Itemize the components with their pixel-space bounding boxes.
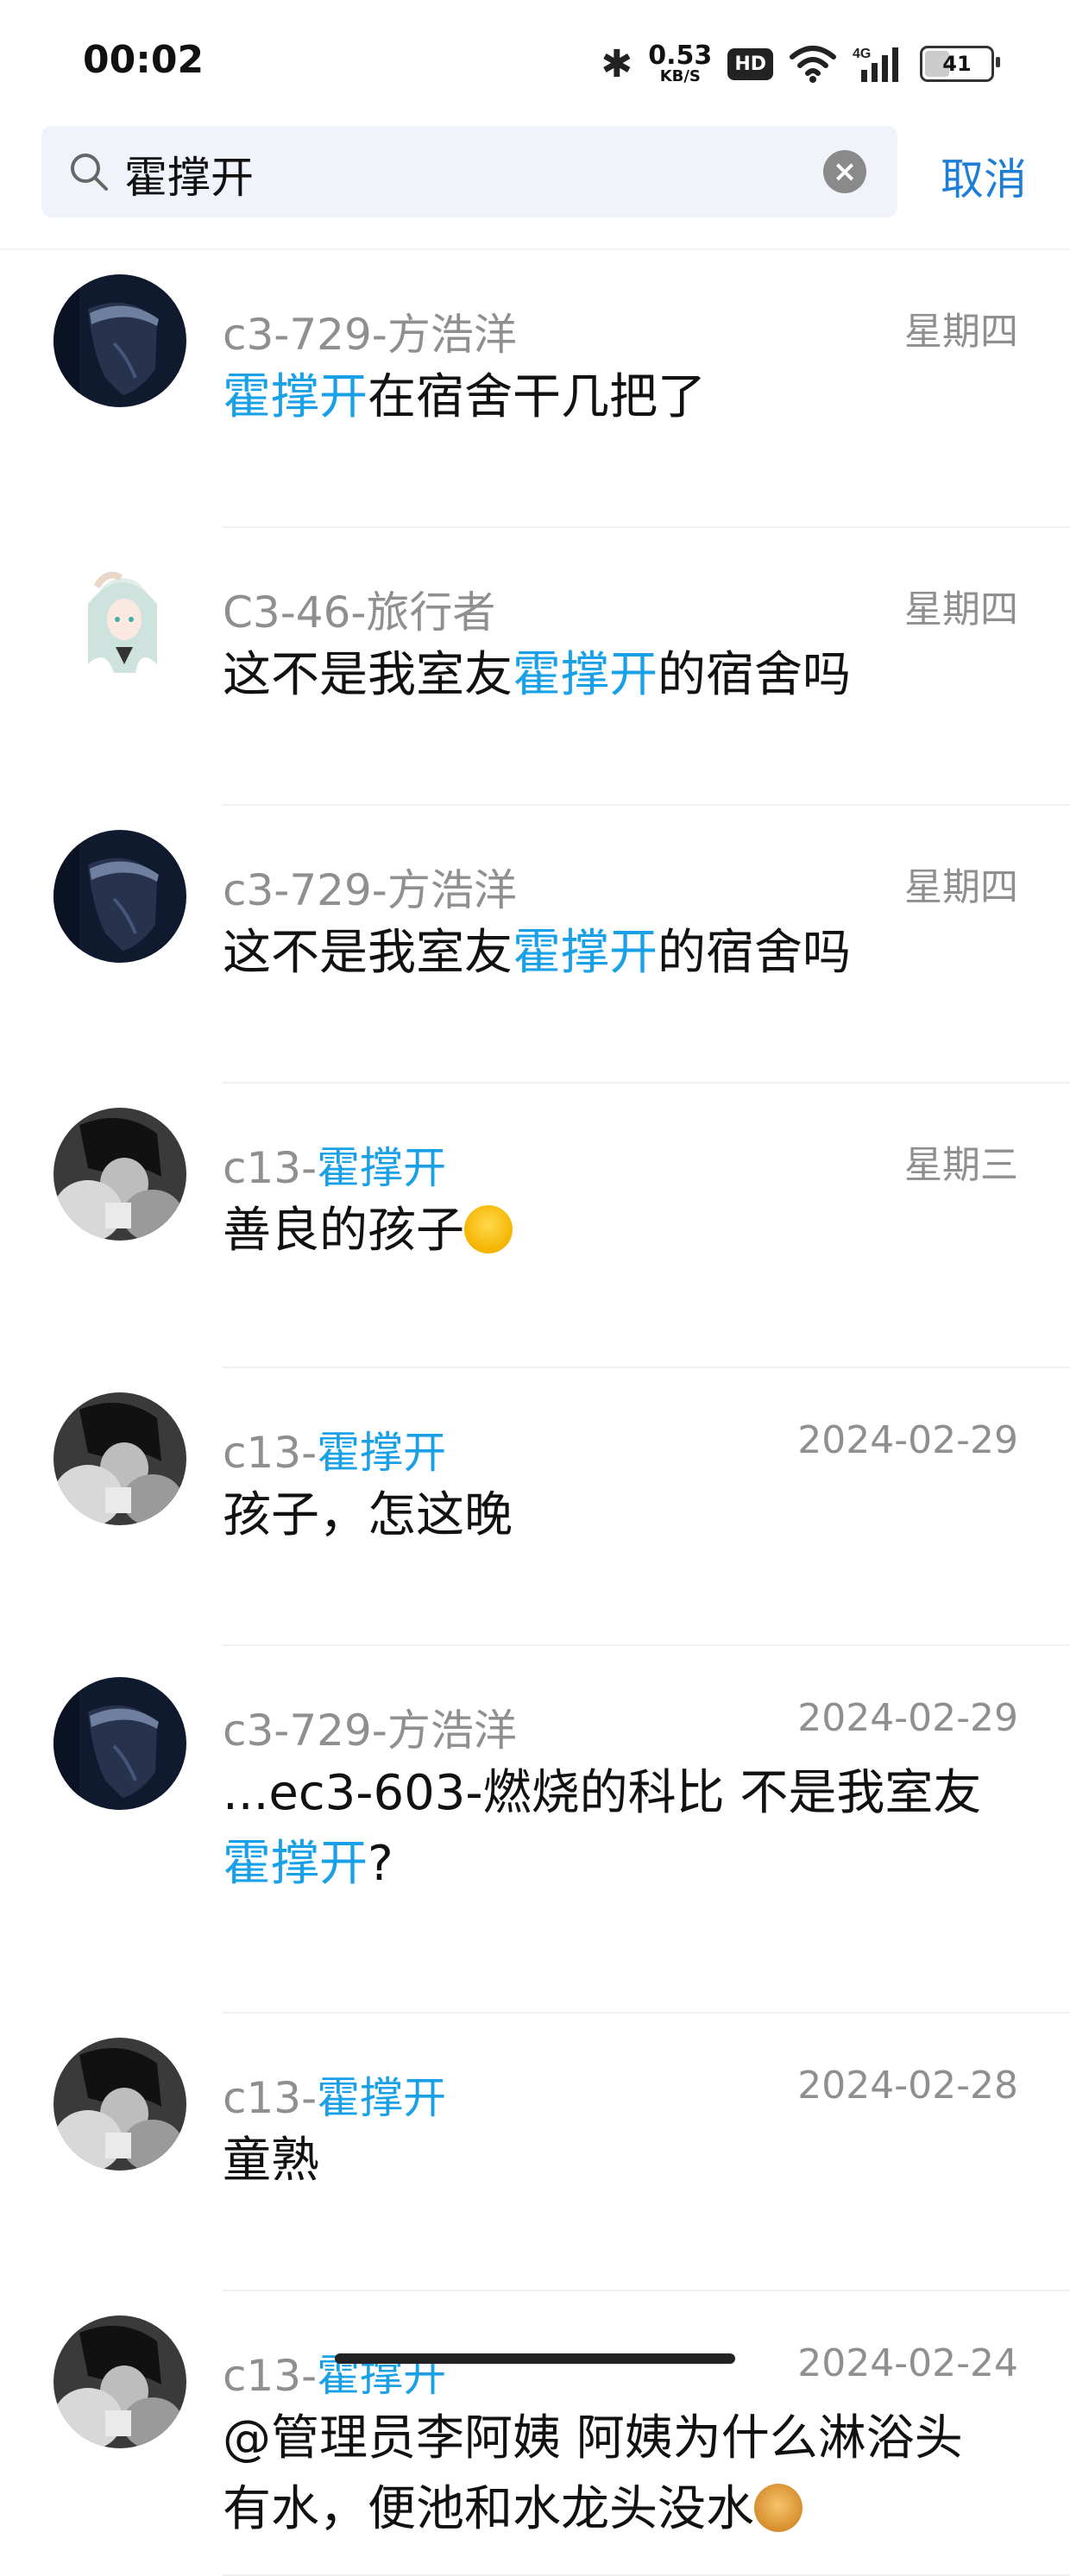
result-row[interactable]: c13-霍撑开 2024-02-29 孩子，怎这晚	[0, 1368, 1070, 1646]
status-bar: 00:02 ✱ 0.53 KB/S HD 4G 41	[0, 0, 1070, 121]
keyword-highlight: 霍撑开	[513, 925, 658, 981]
battery-icon: 41	[920, 46, 1000, 82]
sender-name: c3-729-方浩洋	[223, 1696, 517, 1758]
wifi-icon	[789, 45, 837, 83]
dark-anime-boy-avatar[interactable]	[54, 1677, 186, 1810]
result-row[interactable]: c13-霍撑开 2024-02-24 @管理员李阿姨 阿姨为什么淋浴头有水，便池和水…	[0, 2291, 1070, 2576]
message-text: 童熟	[223, 2133, 319, 2189]
dog-face-emoji	[754, 2484, 802, 2532]
cancel-button[interactable]: 取消	[941, 145, 1027, 207]
sender-name-prefix: C3-46-旅行者	[223, 587, 496, 638]
result-row[interactable]: c3-729-方浩洋 星期四这不是我室友霍撑开的宿舍吗	[0, 806, 1070, 1084]
search-input[interactable]: 霍撑开	[124, 143, 254, 205]
bluetooth-icon: ✱	[601, 41, 633, 86]
sender-name: c13-霍撑开	[223, 2341, 446, 2403]
keyword-highlight: 霍撑开	[223, 369, 368, 425]
result-row[interactable]: C3-46-旅行者 星期四这不是我室友霍撑开的宿舍吗	[0, 528, 1070, 806]
keyword-highlight: 霍撑开	[513, 647, 658, 703]
message-date: 2024-02-29	[797, 1418, 1018, 1462]
sender-name-prefix: c3-729-方浩洋	[223, 310, 517, 360]
sender-name: c13-霍撑开	[223, 2064, 446, 2126]
dark-anime-boy-avatar[interactable]	[54, 274, 186, 407]
status-icons: ✱ 0.53 KB/S HD 4G 41	[601, 38, 1000, 90]
grayscale-boy-avatar[interactable]	[54, 1108, 186, 1241]
message-snippet: @管理员李阿姨 阿姨为什么淋浴头有水，便池和水龙头没水	[223, 2403, 999, 2545]
speed-unit: KB/S	[659, 67, 701, 85]
message-text: ...ec3-603-燃烧的科比 不是我室友	[223, 1765, 982, 1821]
sender-name: C3-46-旅行者	[223, 578, 495, 640]
message-text: 的宿舍吗	[658, 925, 851, 981]
grayscale-boy-avatar[interactable]	[54, 2038, 186, 2171]
result-row[interactable]: c13-霍撑开 2024-02-28 童熟	[0, 2014, 1070, 2291]
message-snippet: 霍撑开在宿舍干几把了	[223, 362, 999, 433]
grayscale-boy-avatar[interactable]	[54, 2315, 186, 2448]
cellular-signal-icon: 4G	[853, 44, 904, 84]
message-snippet: 童熟	[223, 2126, 999, 2196]
sender-name: c3-729-方浩洋	[223, 856, 517, 918]
message-snippet: ...ec3-603-燃烧的科比 不是我室友霍撑开?	[223, 1758, 999, 1900]
sender-name-prefix: c3-729-方浩洋	[223, 865, 517, 915]
message-snippet: 善良的孩子	[223, 1196, 999, 1266]
message-date: 星期四	[904, 865, 1018, 909]
message-date: 2024-02-28	[797, 2064, 1018, 2108]
message-date: 2024-02-24	[797, 2341, 1018, 2385]
result-row[interactable]: c13-霍撑开 星期三善良的孩子	[0, 1084, 1070, 1368]
network-speed: 0.53 KB/S	[648, 43, 712, 85]
crying-face-emoji	[464, 1205, 513, 1253]
grayscale-boy-avatar[interactable]	[54, 1392, 186, 1525]
result-row[interactable]: c3-729-方浩洋 2024-02-29 ...ec3-603-燃烧的科比 不是我…	[0, 1646, 1070, 2014]
sender-name: c13-霍撑开	[223, 1134, 446, 1196]
sender-name-prefix: c3-729-方浩洋	[223, 1706, 517, 1756]
message-text: 在宿舍干几把了	[368, 369, 706, 425]
hd-badge: HD	[727, 47, 773, 80]
search-bar[interactable]: 霍撑开 ×	[41, 126, 897, 217]
message-snippet: 这不是我室友霍撑开的宿舍吗	[223, 918, 999, 989]
result-row[interactable]: c3-729-方浩洋 星期四霍撑开在宿舍干几把了	[0, 250, 1070, 528]
message-text: @管理员李阿姨 阿姨为什么淋浴头有水，便池和水龙头没水	[223, 2410, 963, 2537]
network-type: 4G	[853, 47, 871, 61]
clear-search-icon[interactable]: ×	[823, 150, 866, 193]
message-date: 2024-02-29	[797, 1696, 1018, 1740]
speed-value: 0.53	[648, 41, 713, 71]
message-text: 孩子，怎这晚	[223, 1487, 513, 1543]
status-time: 00:02	[83, 38, 205, 82]
sender-name-highlight: 霍撑开	[317, 1143, 447, 1193]
sender-name-highlight: 霍撑开	[317, 2073, 447, 2123]
sender-name-prefix: c13-	[223, 1428, 318, 1478]
sender-name-highlight: 霍撑开	[317, 1428, 447, 1478]
sender-name-prefix: c13-	[223, 2073, 318, 2123]
sender-name-prefix: c13-	[223, 2351, 318, 2401]
message-snippet: 孩子，怎这晚	[223, 1480, 999, 1551]
message-text: 善良的孩子	[223, 1203, 464, 1259]
battery-level: 41	[942, 52, 972, 76]
dark-anime-boy-avatar[interactable]	[54, 830, 186, 963]
keyword-highlight: 霍撑开	[223, 1836, 368, 1892]
message-snippet: 这不是我室友霍撑开的宿舍吗	[223, 640, 999, 711]
message-date: 星期三	[904, 1143, 1018, 1187]
sender-name-prefix: c13-	[223, 1143, 318, 1193]
sender-name: c3-729-方浩洋	[223, 300, 517, 362]
message-date: 星期四	[904, 587, 1018, 631]
anime-girl-avatar[interactable]	[54, 552, 186, 685]
message-text: 这不是我室友	[223, 925, 513, 981]
home-indicator[interactable]	[335, 2353, 735, 2364]
message-text: ?	[368, 1836, 393, 1892]
message-date: 星期四	[904, 310, 1018, 354]
message-text: 的宿舍吗	[658, 647, 851, 703]
sender-name: c13-霍撑开	[223, 1418, 446, 1480]
message-text: 这不是我室友	[223, 647, 513, 703]
search-icon	[67, 150, 110, 197]
